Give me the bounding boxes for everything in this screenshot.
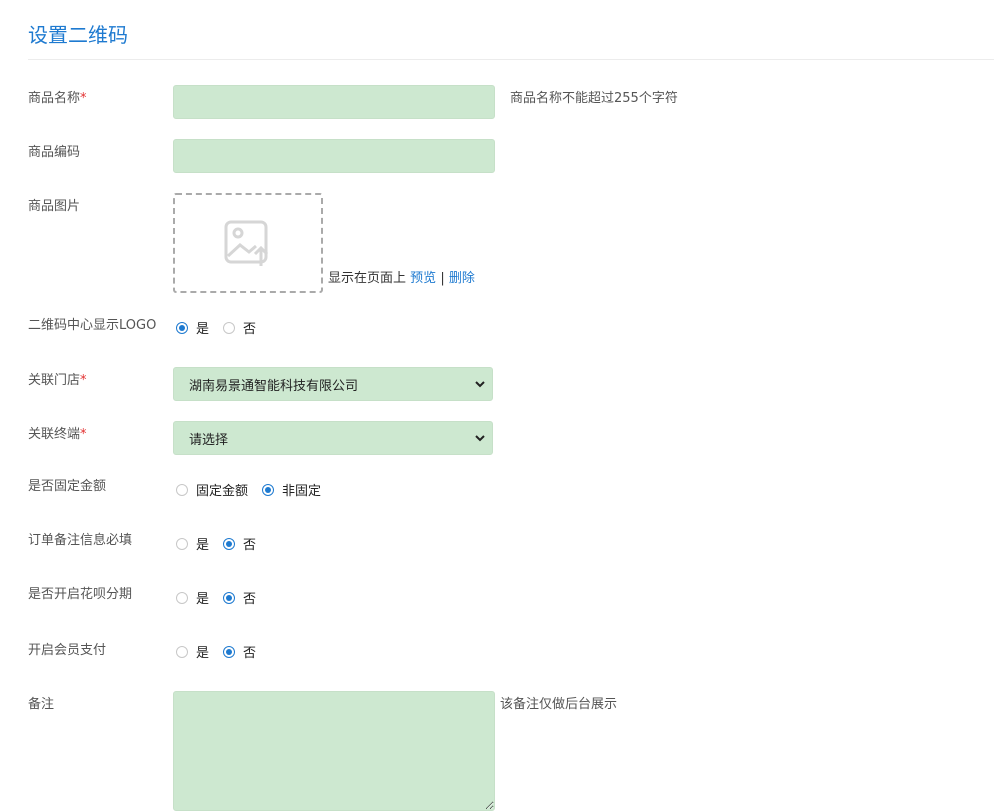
order-note-option-no[interactable]: 否 xyxy=(223,534,256,553)
product-code-label: 商品编码 xyxy=(28,145,81,160)
required-mark: * xyxy=(80,427,87,442)
product-name-input[interactable] xyxy=(173,85,495,119)
image-upload-icon xyxy=(224,220,269,266)
required-mark: * xyxy=(80,373,87,388)
image-delete-link[interactable]: 删除 xyxy=(449,271,475,286)
required-mark: * xyxy=(80,91,87,106)
logo-center-option-yes[interactable]: 是 xyxy=(176,318,209,337)
member-payment-option-yes[interactable]: 是 xyxy=(176,642,209,661)
option-label: 是 xyxy=(196,646,210,661)
option-label: 是 xyxy=(196,592,210,607)
option-label: 否 xyxy=(243,592,257,607)
chevron-down-icon xyxy=(475,435,485,442)
product-name-hint: 商品名称不能超过255个字符 xyxy=(510,91,678,106)
logo-center-label: 二维码中心显示LOGO xyxy=(28,318,157,333)
radio-checked[interactable] xyxy=(262,483,275,496)
option-label: 否 xyxy=(243,538,257,553)
remark-label: 备注 xyxy=(28,697,55,712)
huabei-installments-label: 是否开启花呗分期 xyxy=(28,587,133,602)
radio-unchecked[interactable] xyxy=(176,591,188,604)
radio-unchecked[interactable] xyxy=(223,321,236,334)
option-label: 否 xyxy=(243,322,257,337)
store-label-text: 关联门店 xyxy=(28,373,81,388)
fixed-amount-radio-group: 固定金额 非固定 xyxy=(176,480,335,499)
option-label: 非固定 xyxy=(282,484,322,499)
image-upload-area[interactable] xyxy=(173,193,323,293)
logo-center-radio-group: 是 否 xyxy=(176,318,270,337)
radio-checked[interactable] xyxy=(176,321,188,334)
logo-center-option-no[interactable]: 否 xyxy=(223,318,256,337)
chevron-down-icon xyxy=(475,381,485,388)
terminal-label: 关联终端* xyxy=(28,426,87,444)
huabei-radio-group: 是 否 xyxy=(176,588,270,607)
link-separator: | xyxy=(440,271,445,286)
product-name-label: 商品名称* xyxy=(28,90,87,108)
member-payment-option-no[interactable]: 否 xyxy=(223,642,256,661)
radio-checked[interactable] xyxy=(223,537,236,550)
product-image-label: 商品图片 xyxy=(28,199,81,214)
image-display-note: 显示在页面上 xyxy=(328,271,407,286)
radio-checked[interactable] xyxy=(223,645,236,658)
radio-checked[interactable] xyxy=(223,591,236,604)
product-code-input[interactable] xyxy=(173,139,495,173)
option-label: 否 xyxy=(243,646,257,661)
fixed-amount-option-fixed[interactable]: 固定金额 xyxy=(176,480,248,499)
terminal-label-text: 关联终端 xyxy=(28,427,81,442)
radio-unchecked[interactable] xyxy=(176,537,188,550)
option-label: 固定金额 xyxy=(196,484,249,499)
terminal-select[interactable]: 请选择 xyxy=(173,421,493,455)
remark-textarea[interactable] xyxy=(173,691,495,811)
order-note-option-yes[interactable]: 是 xyxy=(176,534,209,553)
huabei-option-yes[interactable]: 是 xyxy=(176,588,209,607)
title-divider xyxy=(28,59,994,60)
store-select[interactable]: 湖南易景通智能科技有限公司 xyxy=(173,367,493,401)
fixed-amount-label: 是否固定金额 xyxy=(28,479,107,494)
radio-unchecked[interactable] xyxy=(176,483,188,496)
page-title: 设置二维码 xyxy=(28,23,128,47)
huabei-option-no[interactable]: 否 xyxy=(223,588,256,607)
order-note-radio-group: 是 否 xyxy=(176,534,270,553)
image-upload-note: 显示在页面上 预览 | 删除 xyxy=(328,270,475,288)
remark-hint: 该备注仅做后台展示 xyxy=(500,697,618,712)
product-name-label-text: 商品名称 xyxy=(28,91,81,106)
radio-unchecked[interactable] xyxy=(176,645,188,658)
member-payment-label: 开启会员支付 xyxy=(28,643,107,658)
option-label: 是 xyxy=(196,538,210,553)
image-preview-link[interactable]: 预览 xyxy=(410,271,436,286)
member-payment-radio-group: 是 否 xyxy=(176,642,270,661)
order-note-required-label: 订单备注信息必填 xyxy=(28,533,133,548)
option-label: 是 xyxy=(196,322,210,337)
terminal-select-value: 请选择 xyxy=(189,432,229,448)
fixed-amount-option-nonfixed[interactable]: 非固定 xyxy=(262,480,321,499)
store-select-value: 湖南易景通智能科技有限公司 xyxy=(189,378,359,394)
store-label: 关联门店* xyxy=(28,372,87,390)
